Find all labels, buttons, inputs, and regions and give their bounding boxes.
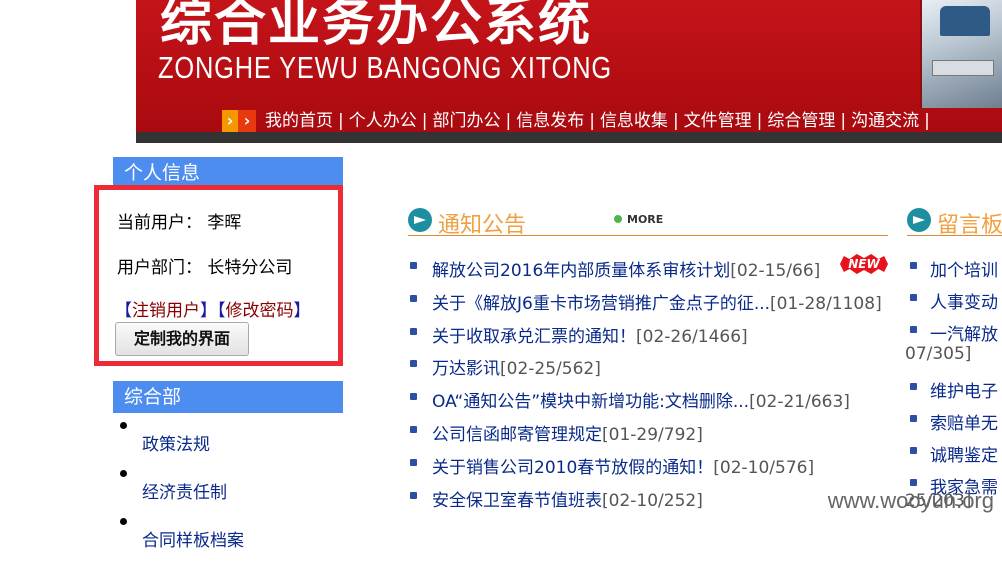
notice-link[interactable]: 关于收取承兑汇票的通知！[02-26/1466] <box>432 322 748 347</box>
dept-link-policy[interactable]: 政策法规 <box>142 430 210 455</box>
current-user-label: 当前用户： <box>117 213 202 233</box>
message-link[interactable]: 加个培训 <box>930 256 998 281</box>
bullet-icon <box>410 393 417 401</box>
customize-interface-button[interactable]: 定制我的界面 <box>115 322 249 356</box>
notice-link[interactable]: 解放公司2016年内部质量体系审核计划[02-15/66] <box>432 256 820 281</box>
nav-arrow-icon: › <box>222 110 238 132</box>
truck-image <box>920 0 1002 108</box>
bullet-icon <box>910 383 917 390</box>
arrow-circle-icon <box>408 208 432 232</box>
bullet-icon <box>910 479 917 486</box>
current-user-row: 当前用户： 李晖 <box>117 208 241 233</box>
dept-link-contracts[interactable]: 合同样板档案 <box>142 526 244 551</box>
logout-link[interactable]: 注销用户 <box>132 301 200 321</box>
bullet-icon <box>410 491 417 499</box>
change-password-link[interactable]: 修改密码 <box>226 301 294 321</box>
notice-link[interactable]: 公司信函邮寄管理规定[01-29/792] <box>432 420 703 445</box>
bullet-icon <box>410 360 417 368</box>
user-dept-row: 用户部门： 长特分公司 <box>117 253 292 278</box>
system-title-pinyin: ZONGHE YEWU BANGONG XITONG <box>158 50 612 85</box>
bullet-icon <box>910 262 917 269</box>
notice-link[interactable]: 关于销售公司2010春节放假的通知！[02-10/576] <box>432 453 814 478</box>
bullet-icon <box>120 470 127 477</box>
message-link[interactable]: 诚聘鉴定 <box>930 441 998 466</box>
bullet-icon <box>410 327 417 335</box>
bullet-icon <box>910 326 917 333</box>
bullet-icon <box>410 294 417 302</box>
bullet-icon <box>910 415 917 422</box>
bullet-icon <box>910 447 917 454</box>
new-badge-icon: NEW <box>840 254 888 274</box>
arrow-circle-icon <box>907 208 931 232</box>
notice-title[interactable]: 通知公告 <box>438 207 526 239</box>
bullet-icon <box>910 294 917 301</box>
user-dept-name: 长特分公司 <box>207 258 293 278</box>
nav-item-dept-office[interactable]: 部门办公 <box>427 110 505 132</box>
nav-arrow-icon: › <box>238 110 256 132</box>
message-board-header: 留言板 <box>907 205 1002 239</box>
more-link[interactable]: MORE <box>614 213 663 226</box>
account-links: 【注销用户】【修改密码】 <box>115 301 311 321</box>
nav-item-publish[interactable]: 信息发布 <box>511 110 589 132</box>
message-link[interactable]: 索赔单无 <box>930 409 998 434</box>
nav-item-communication[interactable]: 沟通交流 <box>846 110 924 132</box>
bullet-icon <box>120 518 127 525</box>
bullet-icon <box>410 458 417 466</box>
watermark: www.wooyun.org <box>827 488 994 513</box>
notice-link[interactable]: 万达影讯[02-25/562] <box>432 354 601 379</box>
nav-item-personal-office[interactable]: 个人办公 <box>344 110 422 132</box>
nav-item-admin[interactable]: 综合管理 <box>762 110 840 132</box>
nav-item-files[interactable]: 文件管理 <box>679 110 757 132</box>
bullet-icon <box>120 422 127 429</box>
message-link[interactable]: 一汽解放 <box>930 320 998 345</box>
main-nav: › › 我的首页 | 个人办公 | 部门办公 | 信息发布 | 信息收集 | 文件管理 | … <box>222 109 930 133</box>
banner-bottom-bar <box>136 132 1002 143</box>
message-link[interactable]: 人事变动 <box>930 288 998 313</box>
bullet-icon <box>410 425 417 433</box>
notice-link[interactable]: 关于《解放J6重卡市场营销推广金点子的征...[01-28/1108] <box>432 289 882 314</box>
user-dept-label: 用户部门： <box>117 258 202 278</box>
current-user-name: 李晖 <box>207 213 242 233</box>
message-link[interactable]: 维护电子 <box>930 377 998 402</box>
notice-link[interactable]: 安全保卫室春节值班表[02-10/252] <box>432 486 703 511</box>
notice-header: 通知公告 MORE <box>408 205 888 239</box>
message-meta: 07/305] <box>905 344 972 364</box>
system-title: 综合业务办公系统 <box>160 0 593 52</box>
dept-heading: 综合部 <box>113 381 343 413</box>
dept-link-responsibility[interactable]: 经济责任制 <box>142 478 227 503</box>
nav-item-collect[interactable]: 信息收集 <box>595 110 673 132</box>
message-board-title[interactable]: 留言板 <box>937 207 1002 239</box>
nav-item-home[interactable]: 我的首页 <box>260 110 338 132</box>
bullet-icon <box>410 262 417 269</box>
notice-link[interactable]: OA“通知公告”模块中新增功能:文档删除...[02-21/663] <box>432 387 850 412</box>
